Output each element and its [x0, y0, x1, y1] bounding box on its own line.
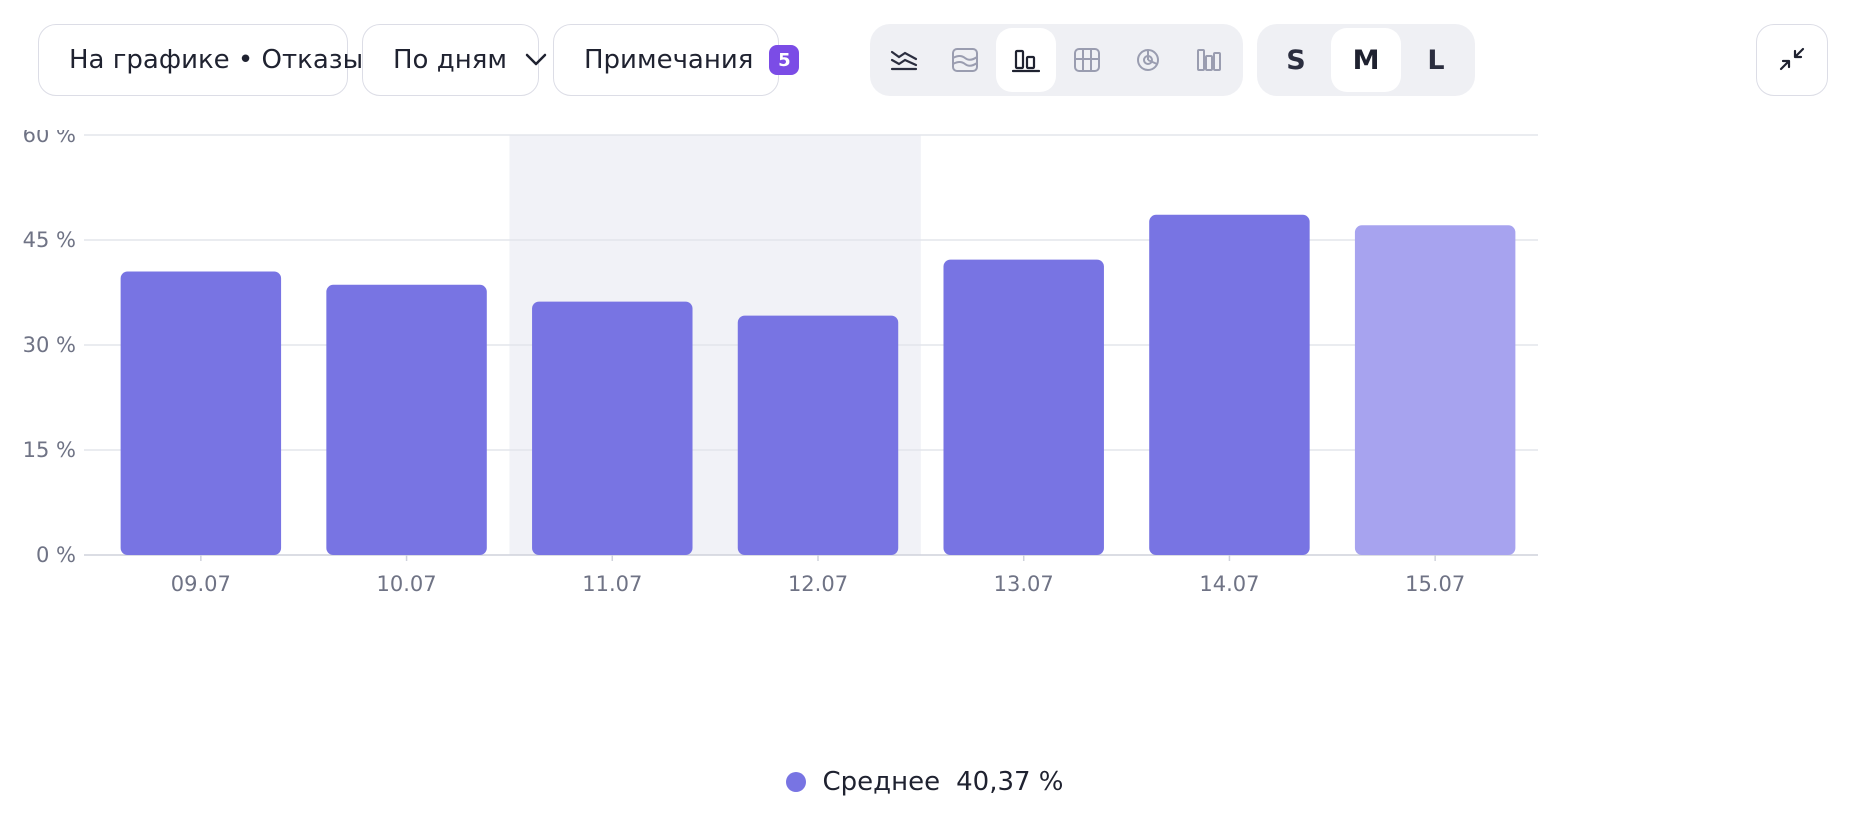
bar[interactable] — [943, 259, 1104, 555]
legend-series-name[interactable]: Среднее — [822, 767, 940, 797]
area-chart-icon — [952, 48, 979, 72]
bar[interactable] — [1354, 225, 1516, 556]
bar[interactable] — [737, 315, 899, 555]
notes-count-badge: 5 — [769, 45, 800, 75]
period-select[interactable]: По дням — [362, 24, 547, 96]
y-tick-label: 45 % — [23, 228, 76, 252]
notes-button-label: Примечания — [584, 45, 754, 75]
chart-legend: Среднее 40,37 % — [0, 760, 1850, 804]
y-tick-label: 30 % — [23, 333, 76, 357]
metric-select-label: На графике • Отказы — [69, 45, 364, 75]
x-tick-label: 15.07 — [1405, 572, 1465, 596]
column-chart-icon — [1012, 49, 1041, 73]
bar-chart-icon — [1196, 49, 1221, 71]
chart-type-area[interactable] — [935, 28, 996, 92]
y-tick-label: 60 % — [23, 130, 76, 147]
table-chart-icon — [1073, 48, 1100, 72]
bar[interactable] — [326, 284, 487, 555]
x-tick-label: 09.07 — [171, 572, 231, 596]
chevron-down-icon — [525, 53, 547, 67]
size-l-button[interactable]: L — [1401, 28, 1471, 92]
bar-chart: 0 % 15 % 30 % 45 % 60 % 09.07 10.07 11.07 12.07 1… — [23, 130, 1538, 596]
x-tick-label: 13.07 — [994, 572, 1054, 596]
size-switcher: S M L — [1257, 24, 1475, 96]
stacked-lines-icon — [891, 50, 918, 71]
size-s-button[interactable]: S — [1261, 28, 1331, 92]
x-tick-label: 11.07 — [582, 572, 642, 596]
chart-type-pie[interactable] — [1117, 28, 1178, 92]
chart-type-table[interactable] — [1056, 28, 1117, 92]
collapse-button[interactable] — [1756, 24, 1828, 96]
chart-type-columns[interactable] — [995, 28, 1057, 92]
size-m-button[interactable]: M — [1331, 28, 1401, 92]
y-tick-label: 15 % — [23, 438, 76, 462]
period-select-label: По дням — [393, 45, 507, 75]
notes-button[interactable]: Примечания 5 — [553, 24, 800, 96]
bar[interactable] — [120, 271, 282, 556]
x-tick-label: 14.07 — [1199, 572, 1259, 596]
x-tick-label: 10.07 — [377, 572, 437, 596]
pie-chart-icon — [1136, 49, 1159, 71]
bar[interactable] — [1149, 214, 1310, 556]
bar[interactable] — [532, 301, 693, 555]
legend-series-marker — [786, 772, 807, 792]
chart-toolbar: На графике • Отказы По дням Примечания 5 — [0, 0, 1850, 110]
y-tick-label: 0 % — [36, 543, 76, 567]
x-tick-label: 12.07 — [788, 572, 848, 596]
chart-type-bars[interactable] — [1178, 28, 1239, 92]
legend-series-average: 40,37 % — [956, 767, 1064, 797]
chart-type-switcher — [870, 24, 1243, 96]
metric-select[interactable]: На графике • Отказы — [38, 24, 403, 96]
chart-type-stacked-lines[interactable] — [874, 28, 935, 92]
collapse-icon — [1779, 47, 1805, 71]
